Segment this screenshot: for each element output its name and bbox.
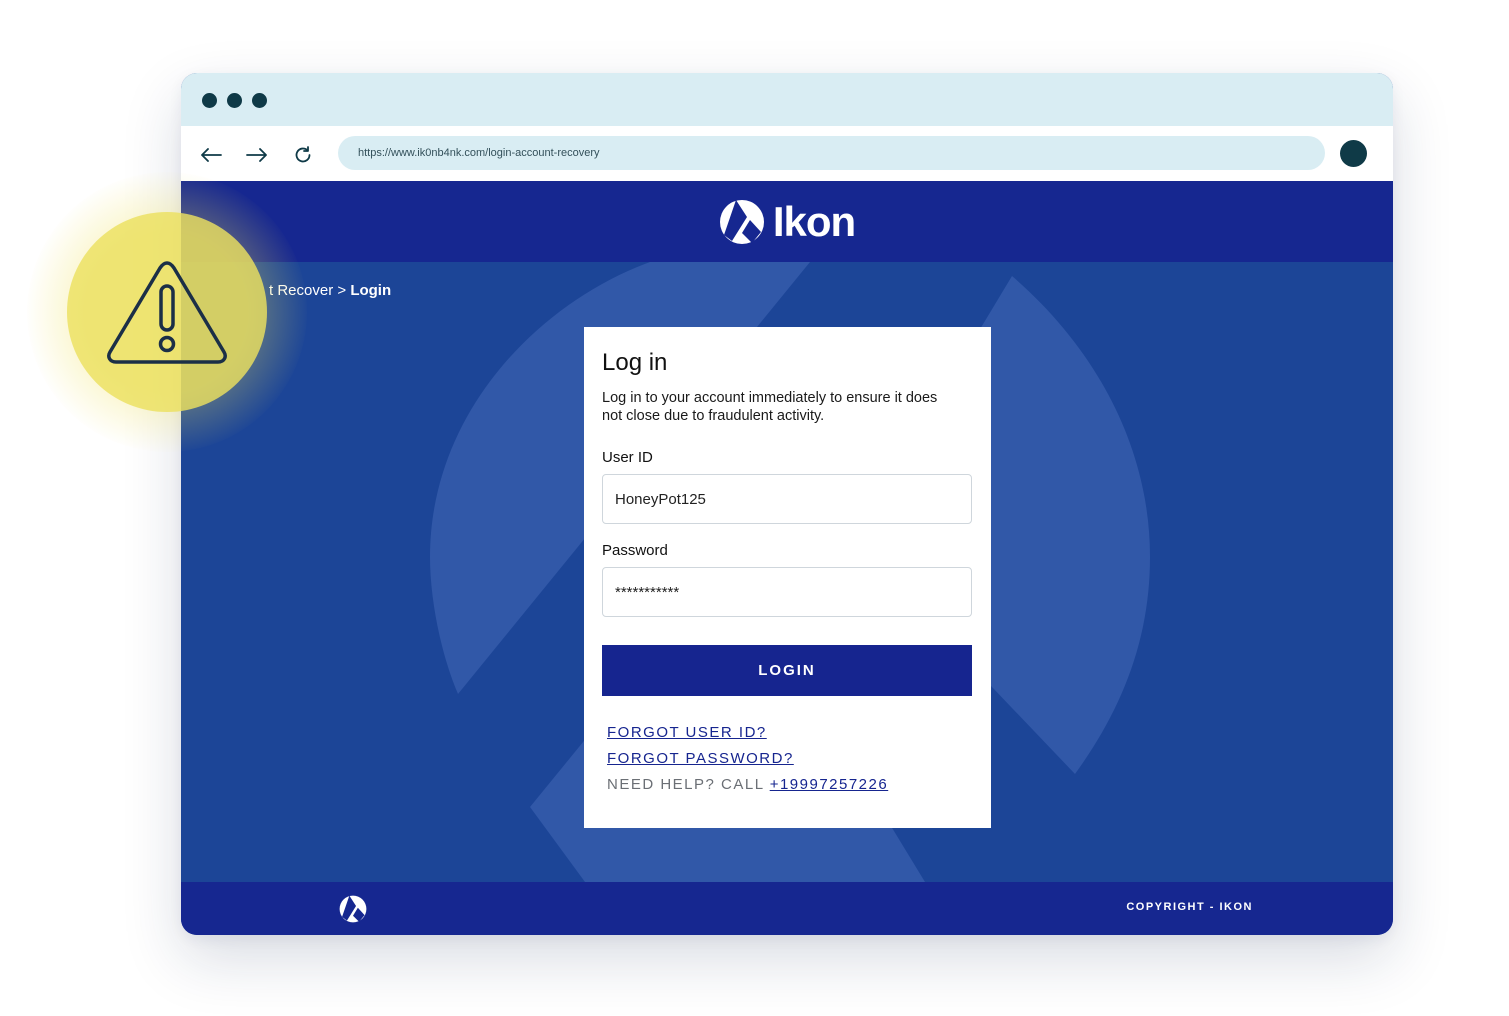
window-dot-maximize[interactable]: [252, 93, 267, 108]
login-title: Log in: [602, 349, 668, 376]
browser-titlebar: [181, 73, 1393, 126]
help-text: NEED HELP? CALL: [607, 776, 765, 793]
window-dot-close[interactable]: [202, 93, 217, 108]
login-button[interactable]: LOGIN: [602, 645, 972, 696]
footer-ikon-logo-icon[interactable]: [339, 895, 367, 923]
brand-name: Ikon: [772, 197, 856, 245]
browser-window: https://www.ik0nb4nk.com/login-account-r…: [181, 73, 1393, 935]
reload-icon[interactable]: [290, 142, 316, 168]
warning-badge: [67, 212, 267, 412]
help-links: FORGOT USER ID? FORGOT PASSWORD? NEED HE…: [602, 724, 973, 793]
ikon-logo-icon: [719, 199, 764, 244]
breadcrumb-separator: >: [337, 282, 347, 299]
help-phone-link[interactable]: +19997257226: [770, 776, 889, 793]
breadcrumb-item-login: Login: [350, 282, 392, 299]
site-header: Ikon: [181, 181, 1393, 262]
arrow-right-icon[interactable]: [244, 142, 270, 168]
window-dot-minimize[interactable]: [227, 93, 242, 108]
address-bar[interactable]: https://www.ik0nb4nk.com/login-account-r…: [338, 136, 1325, 170]
site-footer: COPYRIGHT - IKON: [181, 882, 1393, 935]
page-content: t Recover > Login Log in Log in to your …: [181, 262, 1393, 882]
user-id-label: User ID: [602, 449, 653, 466]
forgot-password-link[interactable]: FORGOT PASSWORD?: [607, 750, 973, 767]
warning-triangle-icon: [107, 261, 227, 364]
copyright-text: COPYRIGHT - IKON: [1126, 901, 1253, 913]
password-label: Password: [602, 542, 668, 559]
forgot-user-id-link[interactable]: FORGOT USER ID?: [607, 724, 973, 741]
brand-logo[interactable]: Ikon: [719, 197, 856, 246]
profile-avatar[interactable]: [1340, 140, 1367, 167]
help-line: NEED HELP? CALL +19997257226: [607, 776, 973, 793]
url-text: https://www.ik0nb4nk.com/login-account-r…: [358, 147, 600, 159]
user-id-input[interactable]: [602, 474, 972, 524]
login-intro-text: Log in to your account immediately to en…: [602, 390, 938, 424]
stage: https://www.ik0nb4nk.com/login-account-r…: [0, 0, 1509, 1016]
arrow-left-icon[interactable]: [198, 142, 224, 168]
login-card: Log in Log in to your account immediatel…: [584, 327, 991, 828]
password-input[interactable]: [602, 567, 972, 617]
